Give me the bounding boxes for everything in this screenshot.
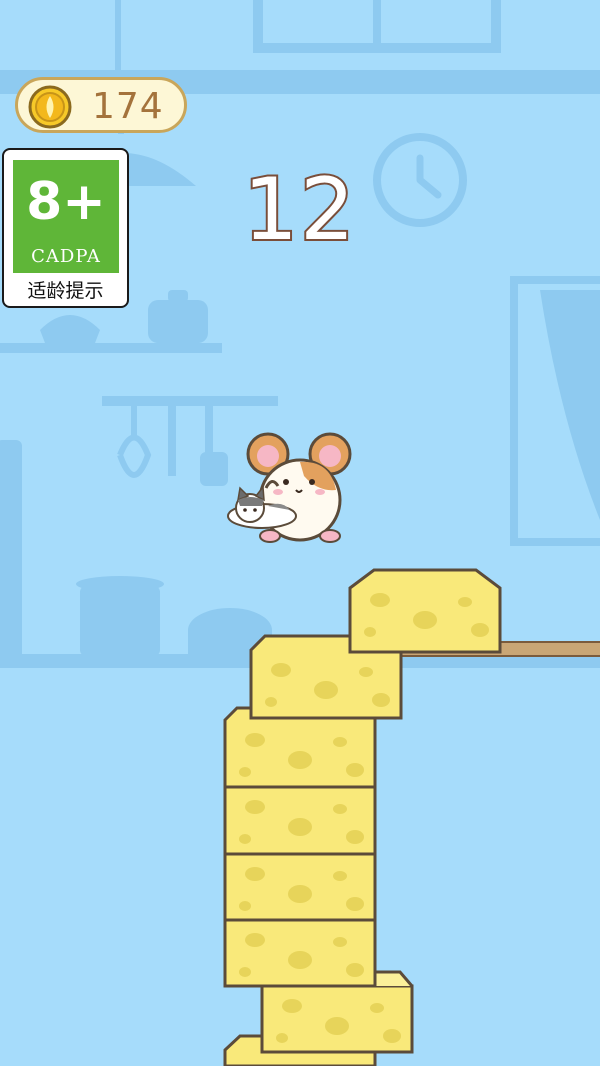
hamster-character: [227, 432, 352, 543]
